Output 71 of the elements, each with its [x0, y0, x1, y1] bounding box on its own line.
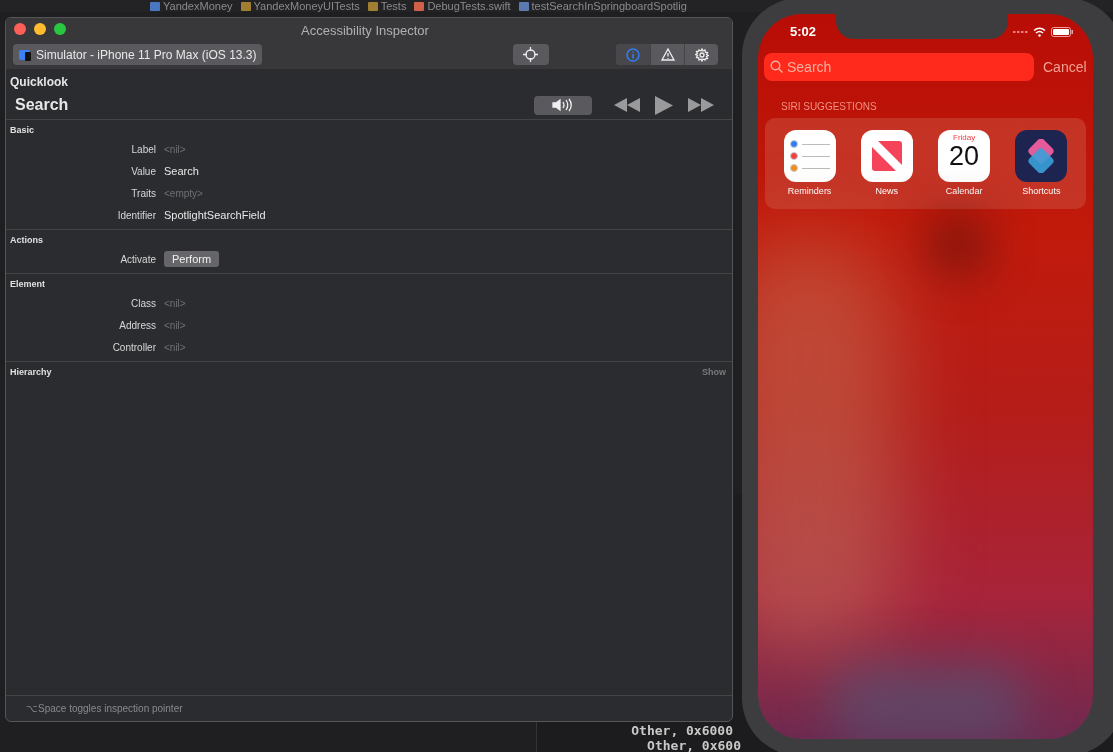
- file-icon: [414, 1, 425, 11]
- section-heading: Element: [10, 278, 45, 292]
- shortcuts-app-icon[interactable]: [1015, 130, 1068, 182]
- field-value: <nil>: [164, 340, 186, 355]
- field-label: Activate: [119, 252, 156, 267]
- field-label: Class: [130, 296, 156, 311]
- settings-icon: [694, 47, 709, 62]
- breadcrumb-item[interactable]: DebugTests.swift: [427, 0, 511, 12]
- folder-icon: [240, 1, 251, 11]
- breadcrumb-item[interactable]: YandexMoneyUITests: [253, 0, 360, 12]
- breadcrumb-item[interactable]: YandexMoney: [163, 0, 233, 12]
- field-label: Label: [130, 142, 156, 157]
- target-button[interactable]: [512, 44, 549, 65]
- field-label: Traits: [130, 186, 156, 201]
- field-value: Search: [164, 163, 199, 179]
- play-icon: [655, 95, 673, 115]
- field-value: <nil>: [164, 142, 186, 157]
- rewind-button[interactable]: [614, 98, 640, 112]
- app-label[interactable]: Reminders: [787, 185, 832, 199]
- app-label[interactable]: Calendar: [945, 185, 983, 199]
- news-app-icon[interactable]: [860, 130, 913, 182]
- file-icon: [518, 1, 529, 11]
- app-label[interactable]: Shortcuts: [1022, 185, 1061, 199]
- quicklook-heading: Quicklook: [10, 74, 69, 91]
- section-heading: Hierarchy: [10, 366, 52, 380]
- minimize-button[interactable]: [34, 23, 46, 35]
- breadcrumb-item[interactable]: Tests: [380, 0, 407, 12]
- calendar-app-icon[interactable]: Friday 20: [938, 130, 991, 182]
- breadcrumb-item[interactable]: testSearchInSpringboardSpotlig: [531, 0, 687, 12]
- field-label: Identifier: [116, 208, 156, 223]
- field-value: <nil>: [164, 296, 186, 311]
- perform-button[interactable]: Perform: [164, 251, 220, 267]
- battery-icon: [1051, 27, 1073, 37]
- folder-icon: [367, 1, 378, 11]
- search-icon: [770, 60, 783, 73]
- file-icon: [150, 1, 160, 11]
- device-selector[interactable]: Simulator - iPhone 11 Pro Max (iOS 13.3): [13, 44, 262, 65]
- field-value: <empty>: [164, 186, 203, 201]
- hint-text: ⌥Space toggles inspection pointer: [26, 702, 183, 716]
- fast-forward-button[interactable]: [688, 98, 714, 112]
- close-button[interactable]: [14, 23, 26, 35]
- fast-forward-icon: [688, 98, 714, 112]
- console-line: Other, 0x6000: [631, 723, 733, 738]
- crosshair-icon: [523, 47, 539, 62]
- warning-icon: [660, 48, 675, 61]
- simulator-icon: [18, 47, 32, 62]
- clock: 5:02: [790, 23, 817, 42]
- wifi-icon: [1033, 27, 1046, 37]
- field-label: Address: [118, 318, 156, 333]
- speaker-icon: [551, 98, 575, 112]
- show-button[interactable]: Show: [702, 366, 726, 380]
- play-button[interactable]: [655, 95, 673, 115]
- speak-button[interactable]: [534, 95, 592, 115]
- zoom-button[interactable]: [54, 23, 66, 35]
- app-label[interactable]: News: [875, 185, 899, 199]
- section-heading: SIRI SUGGESTIONS: [781, 100, 878, 114]
- search-field[interactable]: Search: [764, 53, 1034, 81]
- window-title: Accessibility Inspector: [301, 22, 429, 40]
- reminders-app-icon[interactable]: [783, 130, 836, 182]
- info-icon: [626, 47, 640, 62]
- rewind-icon: [614, 98, 640, 112]
- cancel-button[interactable]: Cancel: [1043, 56, 1087, 78]
- field-label: Value: [130, 164, 156, 179]
- section-heading: Actions: [10, 234, 43, 248]
- field-value: <nil>: [164, 318, 186, 333]
- signal-icon: [1013, 30, 1029, 34]
- console-line: Other, 0x600: [647, 738, 741, 752]
- field-value: SpotlightSearchField: [164, 207, 266, 223]
- quicklook-value: Search: [14, 95, 69, 115]
- section-heading: Basic: [10, 124, 35, 138]
- field-label: Controller: [111, 340, 156, 355]
